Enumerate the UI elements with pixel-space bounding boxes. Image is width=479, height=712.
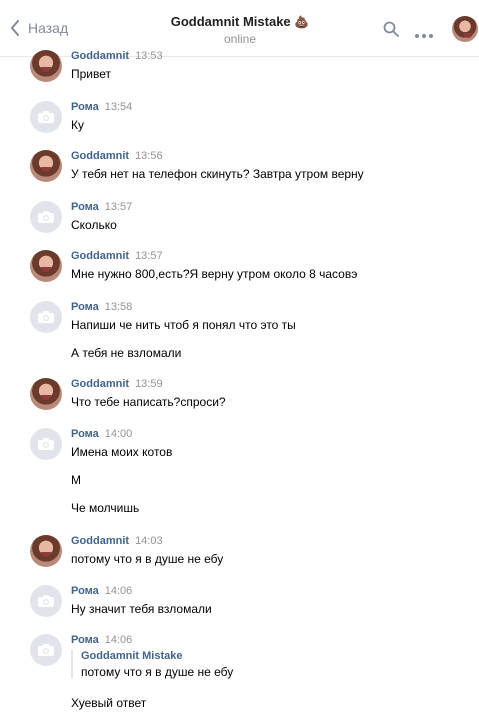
camera-icon [30,101,62,133]
camera-icon [30,301,62,333]
message-time[interactable]: 14:06 [105,634,133,646]
back-label: Назад [28,20,69,36]
sender-name-text: Рома [71,428,99,440]
search-icon [383,21,399,37]
sender-name-text: Рома [71,585,99,597]
sender-name-text: Рома [71,101,99,113]
sender-name-text: Goddamnit [71,535,130,547]
avatar[interactable] [30,150,62,182]
message-text: Сколько [71,218,117,232]
avatar-photo [30,535,62,567]
sender-name-text: Рома [71,634,99,646]
avatar[interactable] [30,535,62,567]
sender-name[interactable]: Рома 14:06 [71,585,132,597]
more-button[interactable] [415,26,433,44]
message-time[interactable]: 13:57 [135,250,163,262]
message-text: Мне нужно 800,есть?Я верну утром около 8… [71,267,358,281]
message-text: Ку [71,118,84,132]
message-time[interactable]: 14:00 [105,428,133,440]
message-text: Хуевый ответ [71,696,147,710]
message-time[interactable]: 13:59 [135,378,163,390]
chat-header: Назад Goddamnit Mistake 💩 online [0,0,479,57]
sender-name[interactable]: Рома 14:00 [71,428,132,440]
sender-name-text: Рома [71,301,99,313]
quoted-message[interactable]: Goddamnit Mistake потому что я в душе не … [71,650,233,679]
quote-author: Goddamnit Mistake [81,650,183,662]
message-text: А тебя не взломали [71,346,182,360]
message-time[interactable]: 13:54 [105,101,133,113]
avatar[interactable] [30,428,62,460]
avatar[interactable] [30,50,62,82]
message-time[interactable]: 13:58 [105,301,133,313]
avatar[interactable] [30,250,62,282]
message-time[interactable]: 13:53 [135,50,163,62]
message-text: Привет [71,67,112,81]
sender-name[interactable]: Рома 14:06 [71,634,132,646]
avatar[interactable] [30,634,62,666]
sender-name-text: Goddamnit [71,150,130,162]
camera-icon [30,585,62,617]
chat-title-block[interactable]: Goddamnit Mistake 💩 online [140,14,340,46]
avatar-photo [30,50,62,82]
chat-avatar[interactable] [452,16,478,42]
avatar[interactable] [30,378,62,410]
message-text: Ну значит тебя взломали [71,602,212,616]
message-text: М [71,473,81,487]
sender-name-text: Goddamnit [71,250,130,262]
message-time[interactable]: 13:56 [135,150,163,162]
sender-name[interactable]: Goddamnit 13:59 [71,378,163,390]
avatar[interactable] [30,101,62,133]
message-time[interactable]: 14:06 [105,585,133,597]
sender-name-text: Goddamnit [71,378,130,390]
camera-icon [30,201,62,233]
avatar[interactable] [30,301,62,333]
message-time[interactable]: 13:57 [105,201,133,213]
sender-name[interactable]: Goddamnit 13:57 [71,250,163,262]
sender-name[interactable]: Рома 13:54 [71,101,132,113]
chat-title-text: Goddamnit Mistake [170,14,291,29]
sender-name-text: Goddamnit [71,50,130,62]
message-text: Что тебе написать?спроси? [71,395,226,409]
sender-name[interactable]: Рома 13:57 [71,201,132,213]
chat-title-emoji: 💩 [294,15,310,29]
chevron-left-icon [10,20,19,36]
search-button[interactable] [383,21,399,42]
avatar[interactable] [30,201,62,233]
online-status: online [223,32,257,46]
message-text: потому что я в душе не ебу [71,552,224,566]
sender-name[interactable]: Goddamnit 13:53 [71,50,163,62]
chat-title: Goddamnit Mistake 💩 [140,14,340,29]
message-time[interactable]: 14:03 [135,535,163,547]
message-text: Че молчишь [71,501,140,515]
message-text: У тебя нет на телефон скинуть? Завтра ут… [71,167,364,181]
sender-name-text: Рома [71,201,99,213]
more-dots-icon [415,34,433,38]
sender-name[interactable]: Goddamnit 14:03 [71,535,163,547]
camera-icon [30,634,62,666]
sender-name[interactable]: Goddamnit 13:56 [71,150,163,162]
camera-icon [30,428,62,460]
avatar-photo [30,150,62,182]
message-text: Имена моих котов [71,445,173,459]
avatar-photo [30,378,62,410]
avatar[interactable] [30,585,62,617]
back-button[interactable]: Назад [10,20,68,36]
sender-name[interactable]: Рома 13:58 [71,301,132,313]
avatar [452,16,478,42]
avatar-photo [30,250,62,282]
quote-text: потому что я в душе не ебу [81,665,234,679]
message-text: Напиши че нить чтоб я понял что это ты [71,318,296,332]
